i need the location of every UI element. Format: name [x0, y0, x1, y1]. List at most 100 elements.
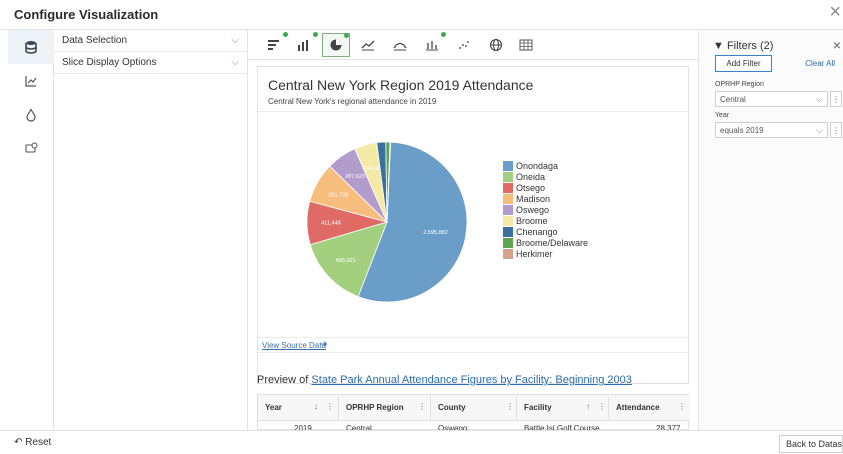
- bottom-bar: ↶ Reset Back to Dataset: [0, 430, 843, 454]
- filter-select-region[interactable]: Central ⌵: [715, 91, 828, 107]
- undo-icon: ↶: [14, 437, 23, 448]
- chart-type-scatter-button[interactable]: [450, 33, 478, 57]
- pie-data-label: 2,595,882: [423, 230, 447, 236]
- rail-item-annotations[interactable]: [8, 132, 54, 166]
- title-bar: Configure Visualization ×: [0, 0, 843, 30]
- accordion-label: Data Selection: [62, 35, 128, 46]
- filter-label-region: OPRHP Region: [715, 81, 764, 88]
- rail-item-axes[interactable]: [8, 64, 54, 98]
- pie-data-label: 214,48: [364, 166, 381, 172]
- chart-type-line-button[interactable]: [354, 33, 382, 57]
- column-menu-icon[interactable]: ⋮: [506, 402, 514, 411]
- bar-horizontal-icon: [268, 40, 279, 50]
- dataset-link[interactable]: State Park Annual Attendance Figures by …: [311, 374, 631, 386]
- filter-value: equals 2019: [720, 125, 764, 135]
- legend-label[interactable]: Herkimer: [516, 249, 553, 259]
- pie-data-label: 685,021: [336, 258, 356, 264]
- sort-down-icon[interactable]: ↓: [314, 402, 318, 411]
- chart-type-column-button[interactable]: [290, 32, 318, 57]
- preview-heading: Preview of State Park Annual Attendance …: [257, 374, 632, 386]
- status-dot: [283, 32, 288, 37]
- legend-label[interactable]: Chenango: [516, 227, 558, 237]
- column-header-region[interactable]: OPRHP Region: [346, 403, 404, 412]
- legend-swatch: [503, 172, 513, 182]
- legend-swatch: [503, 161, 513, 171]
- close-icon[interactable]: ×: [833, 37, 841, 53]
- filter-select-year[interactable]: equals 2019 ⌵: [715, 122, 828, 138]
- chart-type-timeline-button[interactable]: [418, 32, 446, 57]
- column-separator: [430, 397, 431, 419]
- accordion-data-selection[interactable]: Data Selection ⌵: [54, 30, 247, 52]
- database-icon: [25, 41, 37, 54]
- legend-swatch: [503, 227, 513, 237]
- comment-icon: [25, 142, 38, 153]
- legend-label[interactable]: Otsego: [516, 183, 545, 193]
- legend-label[interactable]: Broome/Delaware: [516, 238, 588, 248]
- chevron-down-icon: ⌵: [231, 57, 239, 68]
- column-header-attendance[interactable]: Attendance: [616, 403, 660, 412]
- pie-chart-icon: [330, 39, 342, 51]
- reset-button[interactable]: ↶ Reset: [14, 437, 51, 448]
- chevron-down-icon: ⌵: [231, 35, 239, 46]
- column-chart-icon: [298, 40, 308, 51]
- timeline-icon: [426, 41, 438, 51]
- options-accordion: Data Selection ⌵ Slice Display Options ⌵: [54, 30, 248, 430]
- column-header-year[interactable]: Year: [265, 403, 282, 412]
- chart-type-bar-button[interactable]: [260, 32, 288, 57]
- reset-label: Reset: [25, 437, 52, 448]
- clear-all-link[interactable]: Clear All: [805, 59, 835, 68]
- add-filter-button[interactable]: Add Filter: [715, 55, 772, 72]
- visualization-area: Central New York Region 2019 Attendance …: [248, 30, 698, 433]
- column-separator: [516, 397, 517, 419]
- chart-type-map-button[interactable]: [482, 33, 510, 57]
- legend-swatch: [503, 183, 513, 193]
- legend-label[interactable]: Oswego: [516, 205, 549, 215]
- legend-label[interactable]: Madison: [516, 194, 550, 204]
- accordion-slice-display-options[interactable]: Slice Display Options ⌵: [54, 52, 247, 74]
- accordion-label: Slice Display Options: [62, 57, 157, 68]
- chevron-down-icon: ⌵: [816, 125, 823, 135]
- sort-up-icon[interactable]: ↑: [586, 402, 590, 411]
- legend-swatch: [503, 205, 513, 215]
- legend-label[interactable]: Oneida: [516, 172, 545, 182]
- line-chart-icon: [361, 40, 375, 51]
- chevron-down-icon: ⌵: [816, 94, 823, 104]
- status-dot: [313, 32, 318, 37]
- arrow-right-icon: ➜: [320, 339, 328, 349]
- droplet-icon: [26, 108, 36, 122]
- table-header: Year ↓ ⋮ OPRHP Region ⋮ County ⋮ Facilit…: [258, 395, 690, 421]
- filter-menu-button[interactable]: ⋮: [830, 91, 842, 107]
- pie-data-label: 287,623: [345, 174, 365, 180]
- column-header-facility[interactable]: Facility: [524, 403, 552, 412]
- filter-label-year: Year: [715, 112, 730, 119]
- filters-title-text: Filters (2): [726, 40, 774, 52]
- close-icon[interactable]: ×: [829, 2, 841, 22]
- pie-data-label: 411,448: [321, 221, 340, 227]
- preview-table: Year ↓ ⋮ OPRHP Region ⋮ County ⋮ Facilit…: [257, 394, 690, 433]
- status-dot: [344, 33, 349, 38]
- filters-title: ▼ Filters (2): [713, 40, 773, 52]
- column-menu-icon[interactable]: ⋮: [326, 402, 334, 411]
- chart-type-area-button[interactable]: [386, 33, 414, 57]
- column-menu-icon[interactable]: ⋮: [678, 402, 686, 411]
- window-title: Configure Visualization: [14, 7, 159, 22]
- pie-data-label: 381,728: [328, 192, 348, 198]
- legend-swatch: [503, 249, 513, 259]
- filter-menu-button[interactable]: ⋮: [830, 122, 842, 138]
- back-to-dataset-button[interactable]: Back to Dataset: [779, 435, 843, 453]
- rail-item-color[interactable]: [8, 98, 54, 132]
- icon-rail: [8, 30, 54, 430]
- axes-chart-icon: [25, 76, 37, 87]
- column-separator: [608, 397, 609, 419]
- column-menu-icon[interactable]: ⋮: [418, 402, 426, 411]
- table-icon: [519, 39, 533, 51]
- legend-label[interactable]: Onondaga: [516, 161, 558, 171]
- chart-type-pie-button[interactable]: [322, 33, 350, 57]
- column-header-county[interactable]: County: [438, 403, 466, 412]
- column-menu-icon[interactable]: ⋮: [598, 402, 606, 411]
- legend-label[interactable]: Broome: [516, 216, 548, 226]
- view-source-data-link[interactable]: View Source Data: [262, 341, 326, 350]
- rail-item-data[interactable]: [8, 30, 54, 64]
- map-globe-icon: [489, 38, 503, 52]
- chart-type-table-button[interactable]: [512, 33, 540, 57]
